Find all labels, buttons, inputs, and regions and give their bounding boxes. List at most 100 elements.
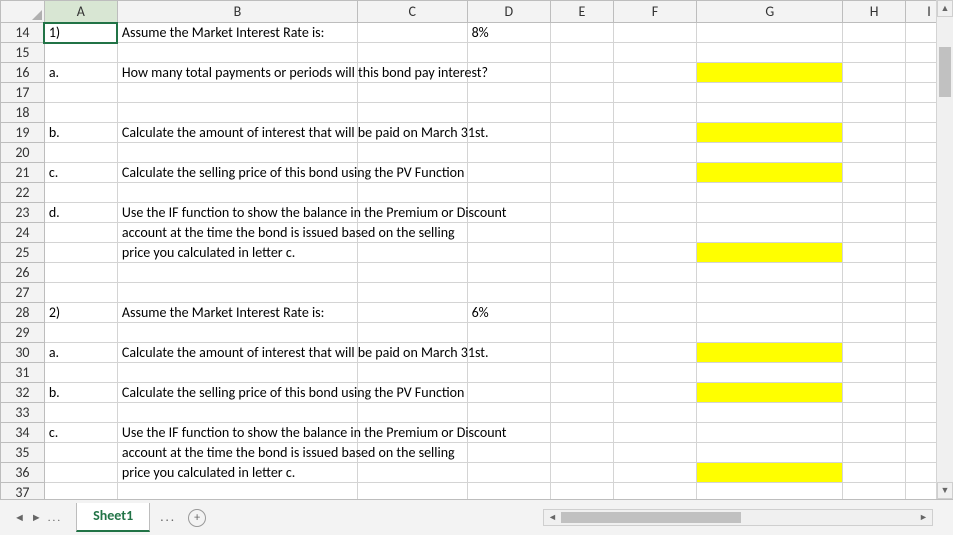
cell-G27[interactable] xyxy=(697,283,843,303)
cell-B26[interactable] xyxy=(117,263,357,283)
row-header-26[interactable]: 26 xyxy=(1,263,45,283)
cell-B15[interactable] xyxy=(117,43,357,63)
cell-G25[interactable] xyxy=(697,243,843,263)
cell-H26[interactable] xyxy=(843,263,906,283)
cell-G14[interactable] xyxy=(697,23,843,43)
cell-A18[interactable] xyxy=(44,103,117,123)
cell-D18[interactable] xyxy=(467,103,551,123)
cell-F34[interactable] xyxy=(613,423,697,443)
cell-G29[interactable] xyxy=(697,323,843,343)
cell-G34[interactable] xyxy=(697,423,843,443)
cell-E14[interactable] xyxy=(551,23,614,43)
cell-G37[interactable] xyxy=(697,483,843,500)
row-header-18[interactable]: 18 xyxy=(1,103,45,123)
cell-B29[interactable] xyxy=(117,323,357,343)
spreadsheet-grid[interactable]: ABCDEFGHI 141)Assume the Market Interest… xyxy=(0,0,953,499)
cell-B27[interactable] xyxy=(117,283,357,303)
cell-F15[interactable] xyxy=(613,43,697,63)
cell-A25[interactable] xyxy=(44,243,117,263)
cell-H31[interactable] xyxy=(843,363,906,383)
cell-C15[interactable] xyxy=(357,43,467,63)
row-header-25[interactable]: 25 xyxy=(1,243,45,263)
cell-H15[interactable] xyxy=(843,43,906,63)
cell-E17[interactable] xyxy=(551,83,614,103)
cell-A14[interactable]: 1) xyxy=(44,23,117,43)
scroll-down-button[interactable]: ▼ xyxy=(937,482,953,499)
vertical-scroll-thumb[interactable] xyxy=(939,47,951,97)
cell-G19[interactable] xyxy=(697,123,843,143)
cell-D32[interactable] xyxy=(467,383,551,403)
cell-G17[interactable] xyxy=(697,83,843,103)
cell-B30[interactable]: Calculate the amount of interest that wi… xyxy=(117,343,357,363)
cell-F35[interactable] xyxy=(613,443,697,463)
cell-G24[interactable] xyxy=(697,223,843,243)
cell-G18[interactable] xyxy=(697,103,843,123)
cell-G26[interactable] xyxy=(697,263,843,283)
cell-D15[interactable] xyxy=(467,43,551,63)
select-all-corner[interactable] xyxy=(1,1,45,23)
cell-F20[interactable] xyxy=(613,143,697,163)
cell-C37[interactable] xyxy=(357,483,467,500)
column-header-F[interactable]: F xyxy=(613,1,697,23)
cell-F32[interactable] xyxy=(613,383,697,403)
scroll-left-button[interactable]: ◄ xyxy=(544,510,561,525)
vertical-scroll-track[interactable] xyxy=(937,17,953,482)
row-header-35[interactable]: 35 xyxy=(1,443,45,463)
cell-E18[interactable] xyxy=(551,103,614,123)
cell-F25[interactable] xyxy=(613,243,697,263)
row-header-14[interactable]: 14 xyxy=(1,23,45,43)
cell-H28[interactable] xyxy=(843,303,906,323)
cell-E25[interactable] xyxy=(551,243,614,263)
cell-G28[interactable] xyxy=(697,303,843,323)
row-header-23[interactable]: 23 xyxy=(1,203,45,223)
cell-B37[interactable] xyxy=(117,483,357,500)
cell-D21[interactable] xyxy=(467,163,551,183)
cell-F31[interactable] xyxy=(613,363,697,383)
row-header-31[interactable]: 31 xyxy=(1,363,45,383)
cell-F18[interactable] xyxy=(613,103,697,123)
cell-A16[interactable]: a. xyxy=(44,63,117,83)
cell-H22[interactable] xyxy=(843,183,906,203)
cell-F36[interactable] xyxy=(613,463,697,483)
cell-D22[interactable] xyxy=(467,183,551,203)
row-header-17[interactable]: 17 xyxy=(1,83,45,103)
cell-A31[interactable] xyxy=(44,363,117,383)
cell-H18[interactable] xyxy=(843,103,906,123)
cell-H34[interactable] xyxy=(843,423,906,443)
cell-F24[interactable] xyxy=(613,223,697,243)
cell-H33[interactable] xyxy=(843,403,906,423)
cell-C18[interactable] xyxy=(357,103,467,123)
cell-H24[interactable] xyxy=(843,223,906,243)
cell-E16[interactable] xyxy=(551,63,614,83)
add-sheet-button[interactable]: + xyxy=(188,509,206,527)
row-header-29[interactable]: 29 xyxy=(1,323,45,343)
cell-B20[interactable] xyxy=(117,143,357,163)
cell-E27[interactable] xyxy=(551,283,614,303)
cell-A37[interactable] xyxy=(44,483,117,500)
cell-A26[interactable] xyxy=(44,263,117,283)
cell-D25[interactable] xyxy=(467,243,551,263)
cell-A22[interactable] xyxy=(44,183,117,203)
cell-C27[interactable] xyxy=(357,283,467,303)
cell-A34[interactable]: c. xyxy=(44,423,117,443)
row-header-20[interactable]: 20 xyxy=(1,143,45,163)
row-header-21[interactable]: 21 xyxy=(1,163,45,183)
cell-C33[interactable] xyxy=(357,403,467,423)
cell-A29[interactable] xyxy=(44,323,117,343)
cell-E31[interactable] xyxy=(551,363,614,383)
cell-B24[interactable]: account at the time the bond is issued b… xyxy=(117,223,357,243)
cell-G22[interactable] xyxy=(697,183,843,203)
row-header-15[interactable]: 15 xyxy=(1,43,45,63)
cell-H23[interactable] xyxy=(843,203,906,223)
cell-C14[interactable] xyxy=(357,23,467,43)
cell-C17[interactable] xyxy=(357,83,467,103)
cell-B23[interactable]: Use the IF function to show the balance … xyxy=(117,203,357,223)
row-header-36[interactable]: 36 xyxy=(1,463,45,483)
cell-E35[interactable] xyxy=(551,443,614,463)
cell-D36[interactable] xyxy=(467,463,551,483)
cell-E32[interactable] xyxy=(551,383,614,403)
cell-C26[interactable] xyxy=(357,263,467,283)
cell-C28[interactable] xyxy=(357,303,467,323)
cell-F37[interactable] xyxy=(613,483,697,500)
column-header-B[interactable]: B xyxy=(117,1,357,23)
